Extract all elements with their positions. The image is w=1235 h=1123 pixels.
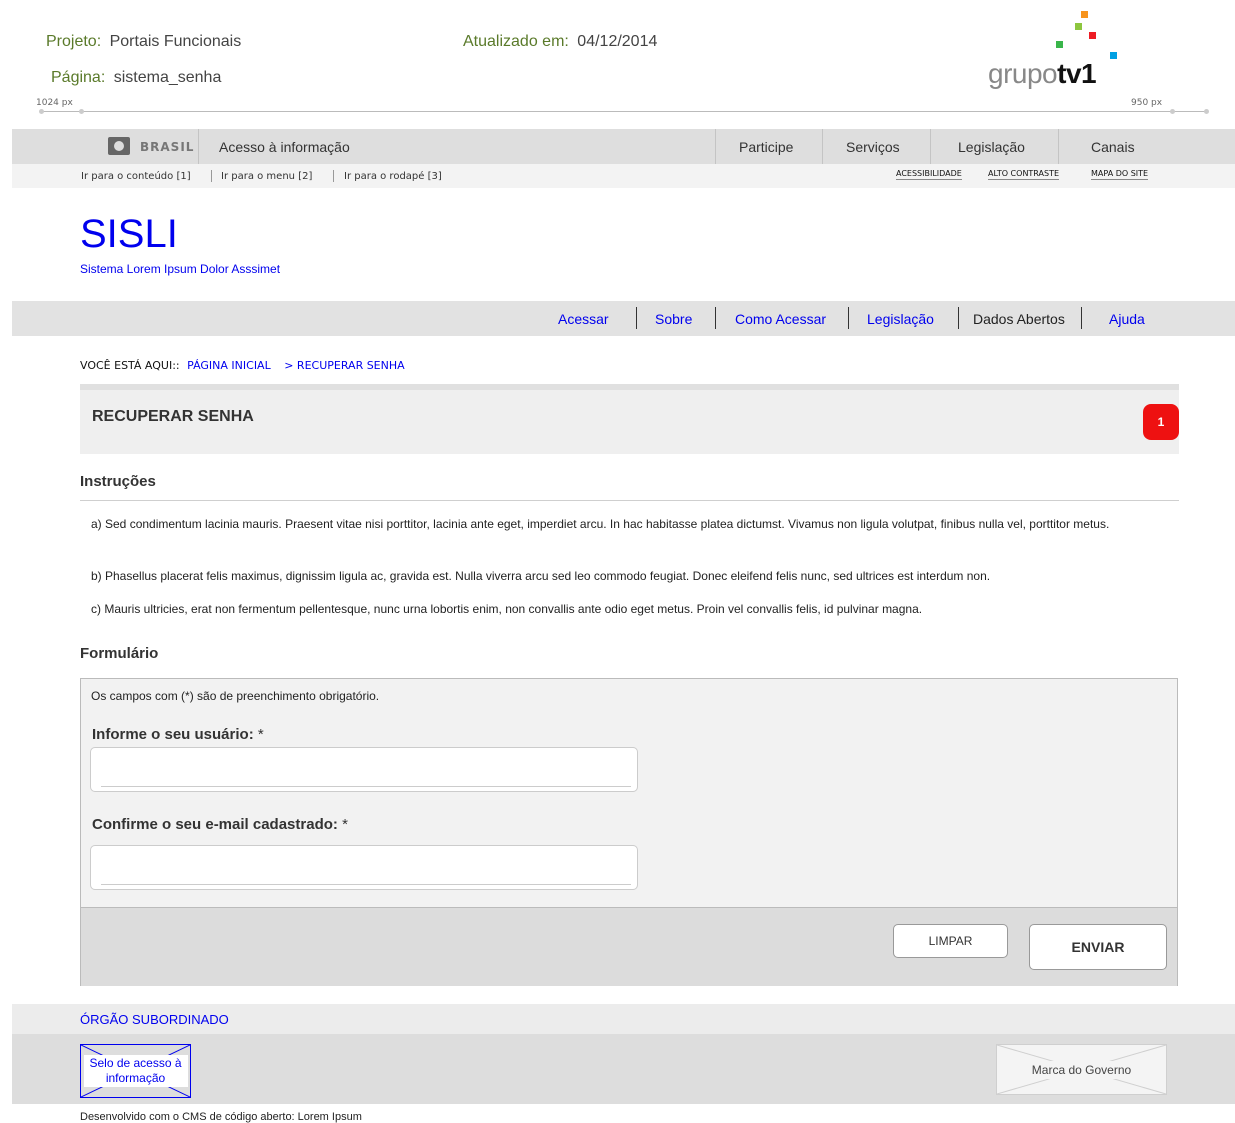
high-contrast-link[interactable]: ALTO CONTRASTE (988, 169, 1060, 180)
brasil-brand[interactable]: BRASIL (140, 140, 194, 154)
gov-link-canais[interactable]: Canais (1091, 139, 1135, 155)
email-field-box (90, 845, 638, 890)
divider (930, 129, 931, 164)
submit-button[interactable]: ENVIAR (1029, 924, 1167, 970)
footer-main: Selo de acesso à informação Marca do Gov… (12, 1034, 1235, 1104)
page-annotation: Página: sistema_senha (51, 69, 221, 87)
gov-mark-image: Marca do Governo (996, 1044, 1167, 1095)
project-annotation: Projeto: Portais Funcionais (46, 33, 241, 51)
required-fields-note: Os campos com (*) são de preenchimento o… (91, 689, 380, 703)
site-map-link[interactable]: MAPA DO SITE (1091, 169, 1149, 180)
nav-item-como-acessar[interactable]: Como Acessar (735, 311, 826, 327)
breadcrumb-current: > RECUPERAR SENHA (284, 359, 405, 372)
skip-to-menu-link[interactable]: Ir para o menu [2] (221, 171, 312, 182)
instruction-item: b) Phasellus placerat felis maximus, dig… (91, 569, 991, 583)
project-value: Portais Funcionais (109, 33, 242, 50)
annotation-badge: 1 (1143, 404, 1179, 440)
divider (848, 307, 849, 329)
page-label: Página: (51, 69, 106, 86)
divider (211, 170, 212, 182)
gov-mark-label: Marca do Governo (1027, 1060, 1136, 1079)
logo-text: grupotv1 (988, 58, 1097, 90)
divider (80, 500, 1179, 501)
org-link[interactable]: ÓRGÃO SUBORDINADO (80, 1012, 229, 1027)
logo-text-bold: tv1 (1057, 58, 1097, 89)
logo-square-green-light (1075, 23, 1082, 30)
divider (636, 307, 637, 329)
breadcrumb-prefix: VOCÊ ESTÁ AQUI:: (80, 359, 180, 372)
ruler-right-label: 950 px (1131, 98, 1163, 108)
footer-org-bar: ÓRGÃO SUBORDINADO (12, 1004, 1235, 1034)
required-mark: * (257, 726, 264, 743)
accessibility-link[interactable]: ACESSIBILIDADE (896, 169, 962, 180)
logo-square-blue (1110, 52, 1117, 59)
form-actions: LIMPAR ENVIAR (81, 907, 1177, 986)
page-title-panel: RECUPERAR SENHA 1 (80, 384, 1179, 454)
divider (1058, 129, 1059, 164)
site-title[interactable]: SISLI (80, 212, 178, 257)
breadcrumb-home-link[interactable]: PÁGINA INICIAL (187, 359, 271, 372)
logo-square-green (1056, 41, 1063, 48)
updated-annotation: Atualizado em: 04/12/2014 (463, 33, 657, 51)
updated-value: 04/12/2014 (577, 33, 658, 50)
form-heading: Formulário (80, 645, 159, 662)
username-input[interactable] (101, 756, 631, 787)
divider (822, 129, 823, 164)
instruction-item: a) Sed condimentum lacinia mauris. Praes… (91, 517, 1110, 531)
password-recovery-form: Os campos com (*) são de preenchimento o… (80, 678, 1178, 986)
ruler-left-label: 1024 px (36, 98, 73, 108)
gov-link-servicos[interactable]: Serviços (846, 139, 900, 155)
divider (958, 307, 959, 329)
divider (715, 307, 716, 329)
site-subtitle: Sistema Lorem Ipsum Dolor Asssimet (80, 262, 281, 276)
email-input[interactable] (101, 854, 631, 885)
footer-credits: Desenvolvido com o CMS de código aberto:… (80, 1111, 362, 1123)
divider (333, 170, 334, 182)
divider (198, 129, 199, 164)
page-value: sistema_senha (113, 69, 222, 86)
clear-button[interactable]: LIMPAR (893, 924, 1008, 958)
project-label: Projeto: (46, 33, 102, 50)
email-field-label-text: Confirme o seu e-mail cadastrado: (92, 816, 338, 833)
grupotv1-logo: grupotv1 (985, 8, 1125, 90)
nav-item-dados-abertos[interactable]: Dados Abertos (973, 311, 1065, 327)
divider (1081, 307, 1082, 329)
user-field-label: Informe o seu usuário: * (92, 726, 264, 743)
ruler-dot (1170, 109, 1175, 114)
gov-bar: BRASIL Acesso à informação Participe Ser… (12, 129, 1235, 164)
nav-item-sobre[interactable]: Sobre (655, 311, 692, 327)
skip-to-content-link[interactable]: Ir para o conteúdo [1] (81, 171, 191, 182)
page-title: RECUPERAR SENHA (92, 408, 254, 425)
main-nav: Acessar Sobre Como Acessar Legislação Da… (12, 301, 1235, 336)
ruler-dot (1204, 109, 1209, 114)
nav-item-ajuda[interactable]: Ajuda (1109, 311, 1145, 327)
logo-square-red (1089, 32, 1096, 39)
access-info-seal[interactable]: Selo de acesso à informação (80, 1044, 191, 1098)
access-info-link[interactable]: Acesso à informação (219, 139, 350, 155)
gov-link-legislacao[interactable]: Legislação (958, 139, 1025, 155)
logo-square-orange (1081, 11, 1088, 18)
gov-link-participe[interactable]: Participe (739, 139, 793, 155)
required-mark: * (342, 816, 348, 833)
nav-item-acessar[interactable]: Acessar (558, 311, 609, 327)
email-field-label: Confirme o seu e-mail cadastrado: * (92, 816, 348, 833)
instruction-item: c) Mauris ultricies, erat non fermentum … (91, 602, 923, 616)
user-field-box (90, 747, 638, 792)
updated-label: Atualizado em: (463, 33, 569, 50)
seal-label: Selo de acesso à informação (83, 1055, 188, 1087)
brasil-flag-icon[interactable] (108, 137, 130, 155)
ruler-dot (79, 109, 84, 114)
breadcrumb: VOCÊ ESTÁ AQUI:: PÁGINA INICIAL > RECUPE… (80, 359, 405, 372)
instructions-heading: Instruções (80, 473, 156, 490)
nav-item-legislacao[interactable]: Legislação (867, 311, 934, 327)
ruler-dot (39, 109, 44, 114)
user-field-label-text: Informe o seu usuário: (92, 726, 254, 743)
ruler-line (40, 111, 1208, 112)
skip-to-footer-link[interactable]: Ir para o rodapé [3] (344, 171, 442, 182)
logo-text-light: grupo (988, 58, 1058, 89)
accessibility-bar: Ir para o conteúdo [1] Ir para o menu [2… (12, 164, 1235, 188)
divider (715, 129, 716, 164)
